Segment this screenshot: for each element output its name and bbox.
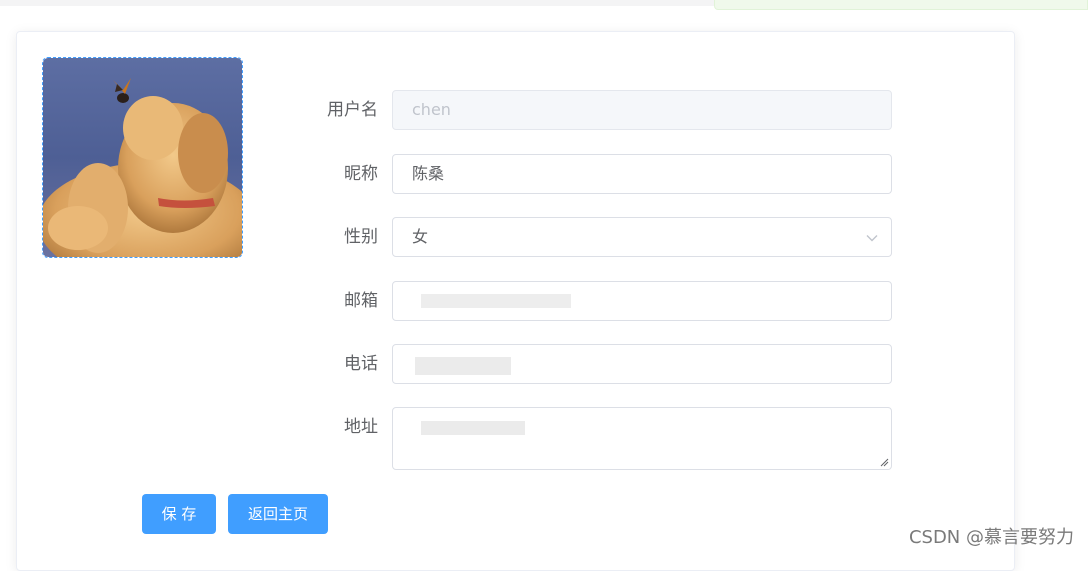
address-label: 地址 xyxy=(344,417,378,437)
top-strip xyxy=(0,0,714,6)
email-row: 邮箱 xyxy=(300,281,892,321)
notification-strip xyxy=(714,0,1088,10)
email-redacted xyxy=(421,294,571,308)
chevron-down-icon xyxy=(866,235,878,242)
watermark-text: CSDN @慕言要努力 xyxy=(908,527,1074,548)
phone-input[interactable] xyxy=(392,344,892,384)
avatar-image xyxy=(43,58,242,257)
email-label: 邮箱 xyxy=(344,291,378,311)
address-textarea[interactable] xyxy=(392,407,892,470)
address-redacted xyxy=(421,421,525,435)
phone-row: 电话 xyxy=(300,344,892,384)
address-row: 地址 xyxy=(300,407,892,470)
nickname-label: 昵称 xyxy=(344,164,378,184)
back-home-button[interactable]: 返回主页 xyxy=(228,494,328,534)
nickname-input[interactable]: 陈桑 xyxy=(392,154,892,194)
username-row: 用户名 chen xyxy=(300,90,892,130)
username-input: chen xyxy=(392,90,892,130)
gender-select[interactable]: 女 xyxy=(392,217,892,257)
gender-value: 女 xyxy=(412,227,429,246)
save-button[interactable]: 保 存 xyxy=(142,494,216,534)
resize-handle-icon[interactable] xyxy=(879,457,889,467)
username-label: 用户名 xyxy=(327,100,378,120)
gender-row: 性别 女 xyxy=(300,217,892,257)
phone-redacted xyxy=(415,357,511,375)
nickname-row: 昵称 陈桑 xyxy=(300,154,892,194)
gender-label: 性别 xyxy=(344,227,378,247)
phone-label: 电话 xyxy=(344,354,378,374)
avatar-uploader[interactable] xyxy=(42,57,243,258)
email-input[interactable] xyxy=(392,281,892,321)
